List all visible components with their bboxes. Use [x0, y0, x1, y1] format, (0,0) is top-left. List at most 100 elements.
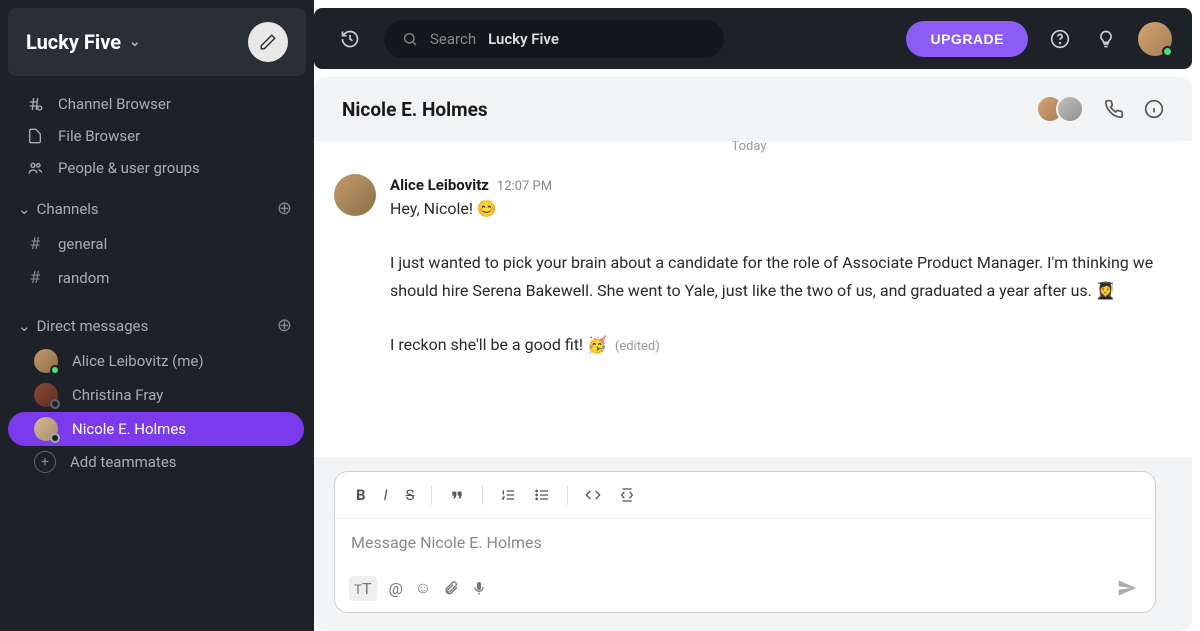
edited-label: (edited) [615, 339, 660, 354]
date-divider: Today [334, 141, 1164, 162]
top-bar: Search Lucky Five UPGRADE [314, 8, 1192, 69]
chat-header: Nicole E. Holmes [314, 77, 1192, 141]
search-box[interactable]: Search Lucky Five [384, 20, 724, 58]
search-label: Search [430, 30, 476, 48]
dm-label: Alice Leibovitz (me) [72, 352, 204, 370]
browse-section: Channel Browser File Browser People & us… [0, 84, 314, 188]
strike-button[interactable]: S [399, 482, 422, 508]
dm-section-header[interactable]: ⌄ Direct messages ⊕ [0, 305, 314, 344]
dm-alice[interactable]: Alice Leibovitz (me) [8, 344, 304, 378]
mic-icon [471, 580, 487, 596]
history-button[interactable] [334, 23, 366, 55]
hash-icon: # [26, 268, 44, 288]
send-button[interactable] [1113, 574, 1141, 602]
channel-label: random [58, 269, 109, 287]
presence-online-icon [50, 365, 60, 375]
file-browser-link[interactable]: File Browser [0, 120, 314, 152]
message: Alice Leibovitz 12:07 PM Hey, Nicole! 😊 … [334, 168, 1164, 365]
message-paragraph: I just wanted to pick your brain about a… [390, 249, 1164, 305]
help-icon [1050, 29, 1070, 49]
workspace-switcher[interactable]: Lucky Five ⌄ [26, 30, 141, 54]
user-avatar-button[interactable] [1138, 22, 1172, 56]
channels-section-header[interactable]: ⌄ Channels ⊕ [0, 188, 314, 227]
dm-nicole[interactable]: Nicole E. Holmes [8, 412, 304, 446]
emoji-button[interactable]: ☺ [415, 578, 431, 598]
divider [482, 485, 483, 505]
bold-button[interactable]: B [349, 482, 373, 508]
plus-circle-icon: + [34, 451, 56, 473]
chevron-down-icon: ⌄ [18, 200, 31, 218]
avatar[interactable] [334, 174, 376, 216]
add-teammates-button[interactable]: + Add teammates [8, 446, 304, 478]
italic-button[interactable]: I [377, 482, 395, 508]
people-icon [26, 160, 44, 176]
mention-button[interactable]: @ [389, 579, 403, 598]
presence-offline-icon [50, 433, 60, 443]
help-button[interactable] [1046, 25, 1074, 53]
workspace-header: Lucky Five ⌄ [8, 8, 306, 76]
channel-label: general [58, 235, 107, 253]
file-icon [26, 128, 44, 144]
channel-general[interactable]: # general [0, 227, 314, 261]
upgrade-button[interactable]: UPGRADE [906, 21, 1028, 57]
pencil-icon [259, 33, 277, 51]
search-scope: Lucky Five [488, 30, 559, 48]
workspace-name: Lucky Five [26, 30, 121, 54]
code-block-button[interactable] [612, 483, 642, 507]
info-icon [1144, 99, 1164, 119]
member-avatars[interactable] [1036, 95, 1084, 123]
chevron-down-icon: ⌄ [18, 317, 31, 335]
composer-input[interactable]: Message Nicole E. Holmes [335, 519, 1155, 566]
audio-button[interactable] [471, 580, 487, 596]
section-label: Channels [37, 200, 99, 218]
search-icon [402, 31, 418, 47]
nav-label: Channel Browser [58, 95, 171, 113]
quote-button[interactable] [442, 483, 472, 507]
bullet-list-button[interactable] [527, 483, 557, 507]
format-toggle-button[interactable]: TT [349, 576, 377, 601]
chat-title[interactable]: Nicole E. Holmes [342, 98, 488, 121]
message-paragraph: I reckon she'll be a good fit! 🥳 (edited… [390, 331, 1164, 359]
lightbulb-icon [1096, 29, 1116, 49]
presence-offline-icon [50, 399, 60, 409]
history-icon [340, 29, 360, 49]
message-paragraph: Hey, Nicole! 😊 [390, 195, 1164, 223]
avatar [34, 417, 58, 441]
avatar [34, 383, 58, 407]
phone-icon [1104, 99, 1124, 119]
nav-label: People & user groups [58, 159, 200, 177]
add-teammates-label: Add teammates [70, 453, 177, 471]
nav-label: File Browser [58, 127, 140, 145]
dm-christina[interactable]: Christina Fray [8, 378, 304, 412]
attach-button[interactable] [443, 580, 459, 596]
avatar [1056, 95, 1084, 123]
message-composer: B I S Message Nicole E. Holmes TT @ ☺ [334, 471, 1156, 613]
channel-random[interactable]: # random [0, 261, 314, 295]
dm-label: Christina Fray [72, 386, 163, 404]
message-list[interactable]: Today Alice Leibovitz 12:07 PM Hey, Nico… [314, 141, 1192, 457]
presence-online-icon [1162, 46, 1173, 57]
dm-label: Nicole E. Holmes [72, 420, 186, 438]
chevron-down-icon: ⌄ [129, 34, 141, 50]
message-author[interactable]: Alice Leibovitz [390, 176, 489, 194]
paperclip-icon [443, 580, 459, 596]
divider [431, 485, 432, 505]
message-text: Hey, Nicole! 😊 I just wanted to pick you… [390, 195, 1164, 359]
hash-icon: # [26, 234, 44, 254]
sidebar: Lucky Five ⌄ Channel Browser File Browse… [0, 0, 314, 631]
format-toolbar: B I S [335, 472, 1155, 519]
message-time: 12:07 PM [497, 179, 552, 194]
info-button[interactable] [1144, 99, 1164, 119]
add-channel-button[interactable]: ⊕ [277, 198, 292, 219]
send-icon [1117, 578, 1137, 598]
whats-new-button[interactable] [1092, 25, 1120, 53]
code-button[interactable] [578, 483, 608, 507]
call-button[interactable] [1104, 99, 1124, 119]
channel-browser-link[interactable]: Channel Browser [0, 88, 314, 120]
divider [567, 485, 568, 505]
section-label: Direct messages [37, 317, 149, 335]
compose-button[interactable] [248, 22, 288, 62]
add-dm-button[interactable]: ⊕ [277, 315, 292, 336]
ordered-list-button[interactable] [493, 483, 523, 507]
people-link[interactable]: People & user groups [0, 152, 314, 184]
